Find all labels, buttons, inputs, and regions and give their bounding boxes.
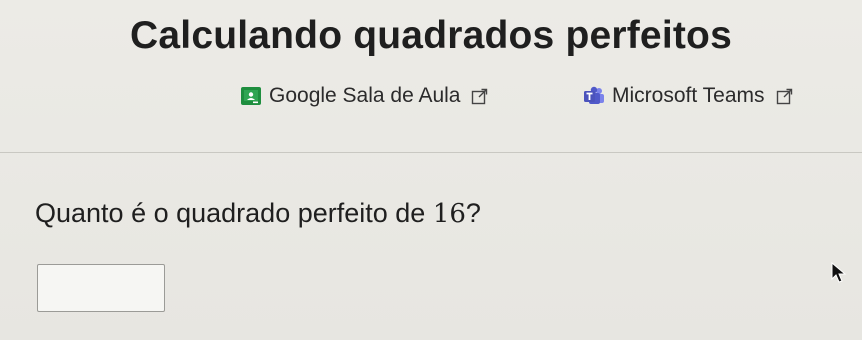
share-microsoft-teams-link[interactable]: Microsoft Teams xyxy=(583,84,793,108)
answer-input[interactable] xyxy=(37,264,165,312)
share-google-label: Google Sala de Aula xyxy=(269,84,461,107)
section-divider xyxy=(0,152,862,153)
microsoft-teams-icon xyxy=(584,86,604,104)
question-prefix: Quanto é o quadrado perfeito de xyxy=(35,198,433,228)
share-google-classroom-link[interactable]: Google Sala de Aula xyxy=(240,84,488,108)
share-links-row: Google Sala de Aula Microsoft Teams xyxy=(0,84,862,110)
share-teams-label: Microsoft Teams xyxy=(612,84,765,107)
exercise-page: Calculando quadrados perfeitos Google Sa… xyxy=(0,0,862,340)
question-number: 16 xyxy=(432,199,466,229)
page-title: Calculando quadrados perfeitos xyxy=(130,14,732,57)
google-classroom-icon xyxy=(241,87,261,105)
external-link-icon xyxy=(776,88,792,104)
question-suffix: ? xyxy=(465,198,481,228)
question-text: Quanto é o quadrado perfeito de 16? xyxy=(35,198,481,229)
external-link-icon xyxy=(472,88,488,104)
mouse-pointer-icon xyxy=(831,262,847,283)
